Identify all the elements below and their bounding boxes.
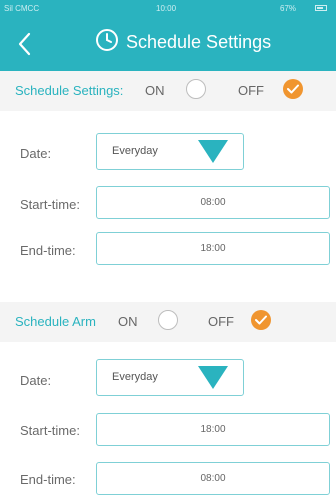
dropdown-triangle-icon (198, 366, 228, 389)
schedule-arm-date-select[interactable]: Everyday (96, 359, 244, 396)
schedule-settings-title: Schedule Settings: (15, 83, 124, 98)
schedule-arm-off-radio[interactable] (251, 310, 271, 330)
schedule-arm-on-radio[interactable] (158, 310, 178, 330)
chevron-left-icon (18, 32, 31, 56)
end-time-label: End-time: (20, 243, 76, 258)
page-title: Schedule Settings (126, 32, 272, 52)
end-time-value: 18:00 (200, 243, 226, 254)
end-time-value: 08:00 (200, 473, 226, 484)
status-bar: Sil CMCC 10:00 67% (0, 0, 336, 17)
schedule-settings-start-time-field[interactable]: 08:00 (96, 186, 330, 219)
checkmark-icon (255, 315, 267, 325)
schedule-arm-title: Schedule Arm (15, 314, 96, 329)
start-time-label: Start-time: (20, 197, 80, 212)
header-bar: Schedule Settings (0, 17, 336, 71)
checkmark-icon (287, 84, 299, 94)
schedule-settings-on-radio[interactable] (186, 79, 206, 99)
dropdown-triangle-icon (198, 140, 228, 163)
schedule-settings-on-label: ON (145, 83, 165, 98)
clock-icon (96, 29, 118, 51)
schedule-settings-end-time-field[interactable]: 18:00 (96, 232, 330, 265)
schedule-arm-toggle-row: Schedule Arm ON OFF (0, 302, 336, 342)
schedule-settings-date-select[interactable]: Everyday (96, 133, 244, 170)
schedule-settings-toggle-row: Schedule Settings: ON OFF (0, 71, 336, 111)
schedule-arm-start-time-field[interactable]: 18:00 (96, 413, 330, 446)
schedule-settings-off-label: OFF (238, 83, 264, 98)
carrier-label: Sil CMCC (4, 4, 40, 13)
status-time: 10:00 (156, 4, 177, 13)
schedule-arm-off-label: OFF (208, 314, 234, 329)
battery-icon (315, 5, 327, 11)
end-time-label: End-time: (20, 472, 76, 487)
battery-percent: 67% (280, 4, 297, 13)
schedule-arm-on-label: ON (118, 314, 138, 329)
start-time-value: 08:00 (200, 197, 226, 208)
start-time-label: Start-time: (20, 423, 80, 438)
start-time-value: 18:00 (200, 424, 226, 435)
date-label: Date: (20, 373, 52, 388)
schedule-arm-end-time-field[interactable]: 08:00 (96, 462, 330, 495)
date-value: Everyday (112, 371, 158, 383)
date-value: Everyday (112, 145, 158, 157)
schedule-settings-off-radio[interactable] (283, 79, 303, 99)
back-button[interactable] (10, 29, 40, 59)
date-label: Date: (20, 146, 52, 161)
